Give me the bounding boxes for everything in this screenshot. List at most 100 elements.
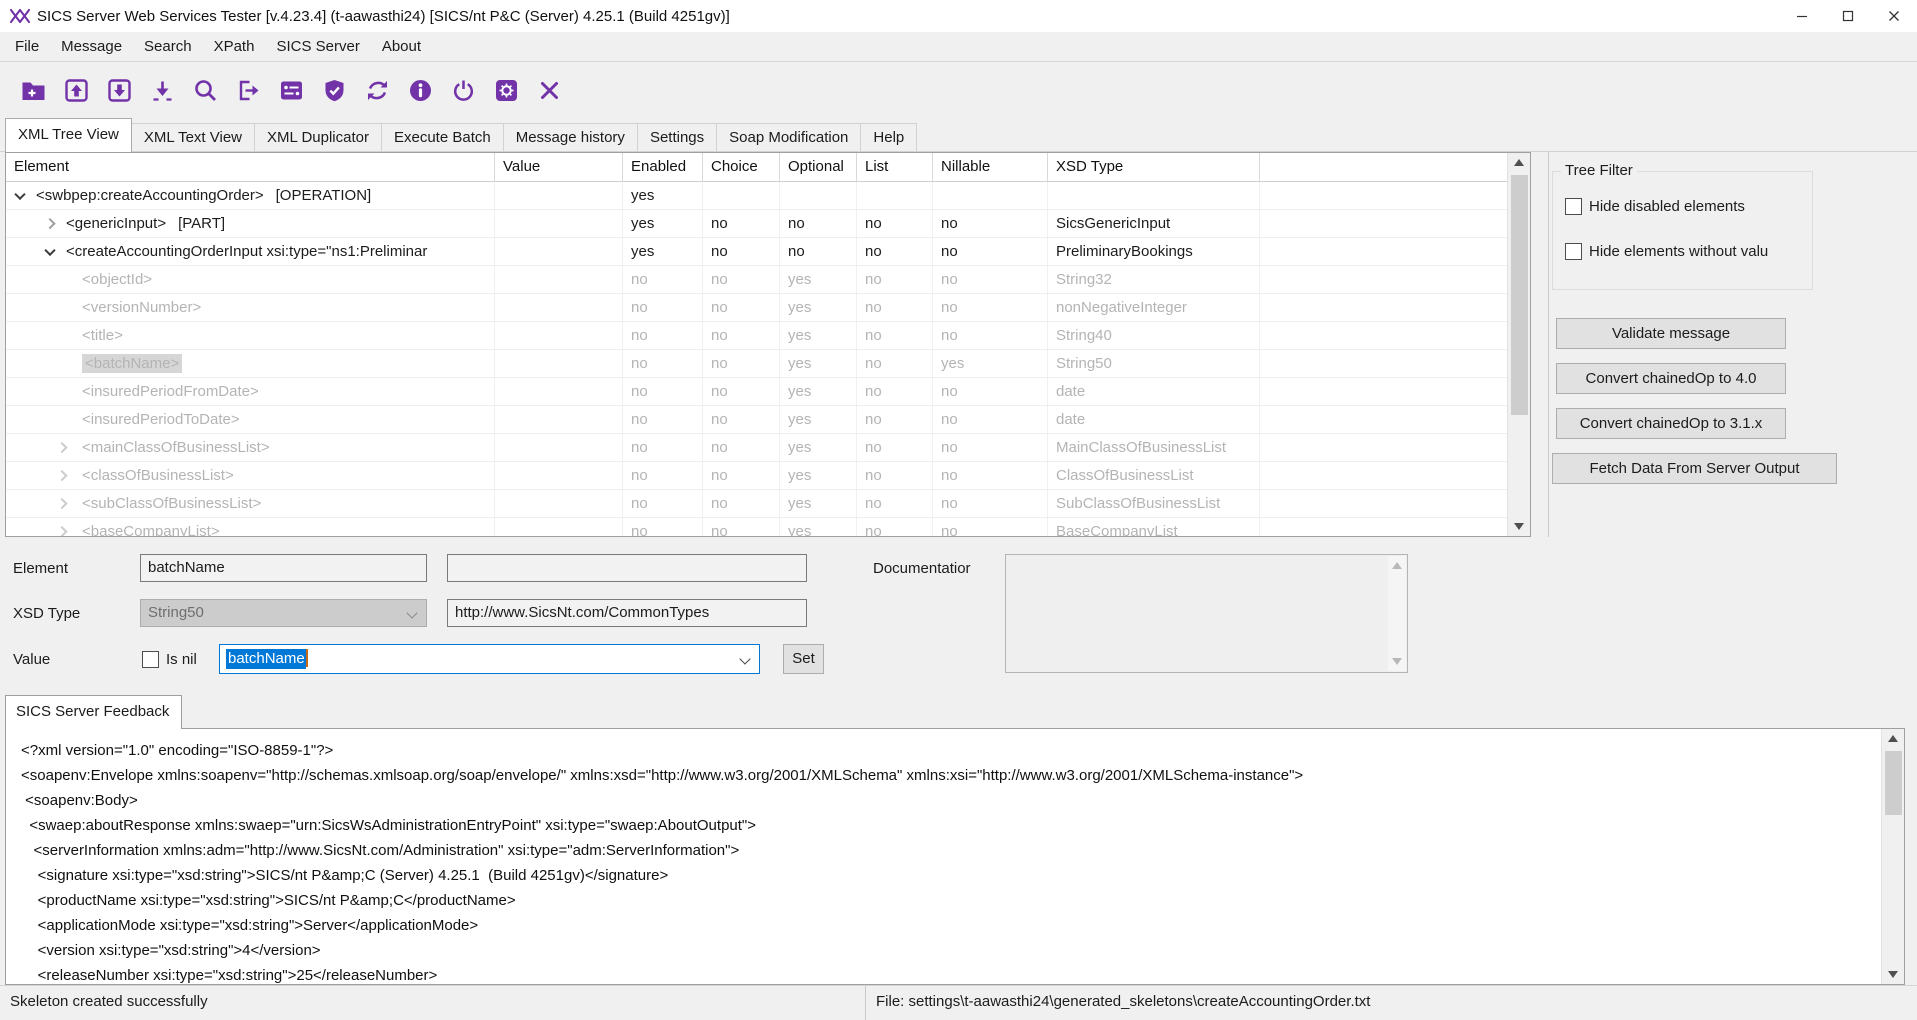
scroll-down-icon[interactable] — [1392, 658, 1402, 665]
enabled-cell: no — [623, 266, 703, 293]
optional-cell: no — [780, 238, 857, 265]
feedback-output[interactable]: <?xml version="1.0" encoding="ISO-8859-1… — [5, 728, 1905, 985]
documentation-scrollbar[interactable] — [1388, 556, 1406, 671]
close-x-icon[interactable] — [528, 70, 571, 110]
tab[interactable]: Execute Batch — [380, 123, 504, 152]
menu-item[interactable]: File — [4, 32, 50, 62]
xsd-type-dropdown[interactable]: String50 — [140, 599, 427, 627]
is-nil-checkbox-icon[interactable] — [142, 651, 159, 668]
download-icon[interactable] — [141, 70, 184, 110]
maximize-button[interactable] — [1825, 0, 1871, 32]
import-box-icon[interactable] — [98, 70, 141, 110]
scroll-up-icon[interactable] — [1888, 735, 1898, 742]
table-row[interactable]: <mainClassOfBusinessList> no no yes no n… — [6, 434, 1530, 462]
power-icon[interactable] — [442, 70, 485, 110]
table-row[interactable]: <classOfBusinessList> no no yes no no Cl… — [6, 462, 1530, 490]
xml-line: <signature xsi:type="xsd:string">SICS/nt… — [21, 867, 669, 884]
choice-cell: no — [703, 210, 780, 237]
list-cell: no — [857, 378, 933, 405]
list-cell: no — [857, 238, 933, 265]
send-icon[interactable] — [227, 70, 270, 110]
optional-cell: yes — [780, 518, 857, 536]
table-row[interactable]: <createAccountingOrderInput xsi:type="ns… — [6, 238, 1530, 266]
element-name-field[interactable]: batchName — [140, 554, 427, 582]
scroll-down-icon[interactable] — [1888, 971, 1898, 978]
table-row[interactable]: <objectId> no no yes no no String32 — [6, 266, 1530, 294]
tab[interactable]: Help — [860, 123, 918, 152]
choice-cell: no — [703, 266, 780, 293]
value-combobox[interactable]: batchName — [219, 644, 760, 674]
menu-item[interactable]: XPath — [203, 32, 266, 62]
scroll-down-icon[interactable] — [1514, 523, 1524, 530]
column-header[interactable]: Choice — [703, 153, 780, 181]
nillable-cell: no — [933, 210, 1048, 237]
menu-item[interactable]: SICS Server — [265, 32, 370, 62]
column-header[interactable]: Nillable — [933, 153, 1048, 181]
side-button[interactable]: Fetch Data From Server Output — [1552, 453, 1837, 484]
table-row[interactable]: <batchName> no no yes no yes String50 — [6, 350, 1530, 378]
choice-cell: no — [703, 238, 780, 265]
refresh-icon[interactable] — [356, 70, 399, 110]
side-button[interactable]: Validate message — [1556, 318, 1786, 349]
tab[interactable]: Soap Modification — [716, 123, 862, 152]
search-icon[interactable] — [184, 70, 227, 110]
tab[interactable]: XML Duplicator — [254, 123, 382, 152]
new-folder-icon[interactable] — [12, 70, 55, 110]
table-row[interactable]: <subClassOfBusinessList> no no yes no no… — [6, 490, 1530, 518]
extra-cell — [1260, 518, 1530, 536]
documentation-area[interactable] — [1005, 554, 1408, 673]
export-box-icon[interactable] — [55, 70, 98, 110]
scroll-up-icon[interactable] — [1514, 159, 1524, 166]
tab[interactable]: XML Text View — [130, 123, 255, 152]
feedback-tab[interactable]: SICS Server Feedback — [5, 695, 182, 729]
is-nil-option[interactable]: Is nil — [142, 651, 222, 668]
side-button[interactable]: Convert chainedOp to 3.1.x — [1556, 408, 1786, 439]
checkbox-icon[interactable] — [1565, 198, 1582, 215]
settings-box-icon[interactable] — [485, 70, 528, 110]
column-header[interactable]: Element — [6, 153, 495, 181]
filter-option[interactable]: Hide disabled elements — [1565, 198, 1805, 215]
column-header[interactable]: Enabled — [623, 153, 703, 181]
table-row[interactable]: <versionNumber> no no yes no no nonNegat… — [6, 294, 1530, 322]
scroll-thumb[interactable] — [1511, 175, 1528, 415]
element-extra-field[interactable] — [447, 554, 807, 582]
menu-item[interactable]: About — [371, 32, 432, 62]
info-icon[interactable] — [399, 70, 442, 110]
scroll-thumb[interactable] — [1885, 751, 1902, 815]
filter-option[interactable]: Hide elements without valu — [1565, 243, 1805, 260]
list-cell: no — [857, 490, 933, 517]
feedback-scrollbar[interactable] — [1881, 729, 1904, 984]
table-row[interactable]: <genericInput> [PART] yes no no no no Sic… — [6, 210, 1530, 238]
table-row[interactable]: <swbpep:createAccountingOrder> [OPERATION… — [6, 182, 1530, 210]
menu-item[interactable]: Search — [133, 32, 203, 62]
side-button[interactable]: Convert chainedOp to 4.0 — [1556, 363, 1786, 394]
nillable-cell: no — [933, 406, 1048, 433]
task-list-icon[interactable] — [270, 70, 313, 110]
minimize-button[interactable] — [1779, 0, 1825, 32]
column-header[interactable]: Value — [495, 153, 623, 181]
table-row[interactable]: <insuredPeriodFromDate> no no yes no no … — [6, 378, 1530, 406]
xsd-type-cell: nonNegativeInteger — [1048, 294, 1260, 321]
set-button[interactable]: Set — [783, 644, 824, 674]
table-row[interactable]: <insuredPeriodToDate> no no yes no no da… — [6, 406, 1530, 434]
nillable-cell: no — [933, 462, 1048, 489]
xsd-type-cell: String32 — [1048, 266, 1260, 293]
tab[interactable]: Message history — [502, 123, 638, 152]
menu-bar: File Message Search XPath SICS Server About — [0, 32, 1917, 62]
column-header[interactable]: List — [857, 153, 933, 181]
menu-item[interactable]: Message — [50, 32, 133, 62]
column-header[interactable]: XSD Type — [1048, 153, 1260, 181]
tab[interactable]: XML Tree View — [5, 118, 132, 152]
tab[interactable]: Settings — [636, 123, 718, 152]
table-row[interactable]: <baseCompanyList> no no yes no no BaseCo… — [6, 518, 1530, 536]
tree-scrollbar[interactable] — [1507, 153, 1530, 536]
namespace-field[interactable]: http://www.SicsNt.com/CommonTypes — [447, 599, 807, 627]
enabled-cell: no — [623, 490, 703, 517]
scroll-up-icon[interactable] — [1392, 562, 1402, 569]
close-button[interactable] — [1871, 0, 1917, 32]
shield-check-icon[interactable] — [313, 70, 356, 110]
column-header[interactable]: Optional — [780, 153, 857, 181]
table-row[interactable]: <title> no no yes no no String40 — [6, 322, 1530, 350]
checkbox-icon[interactable] — [1565, 243, 1582, 260]
chevron-down-icon[interactable] — [739, 653, 751, 665]
